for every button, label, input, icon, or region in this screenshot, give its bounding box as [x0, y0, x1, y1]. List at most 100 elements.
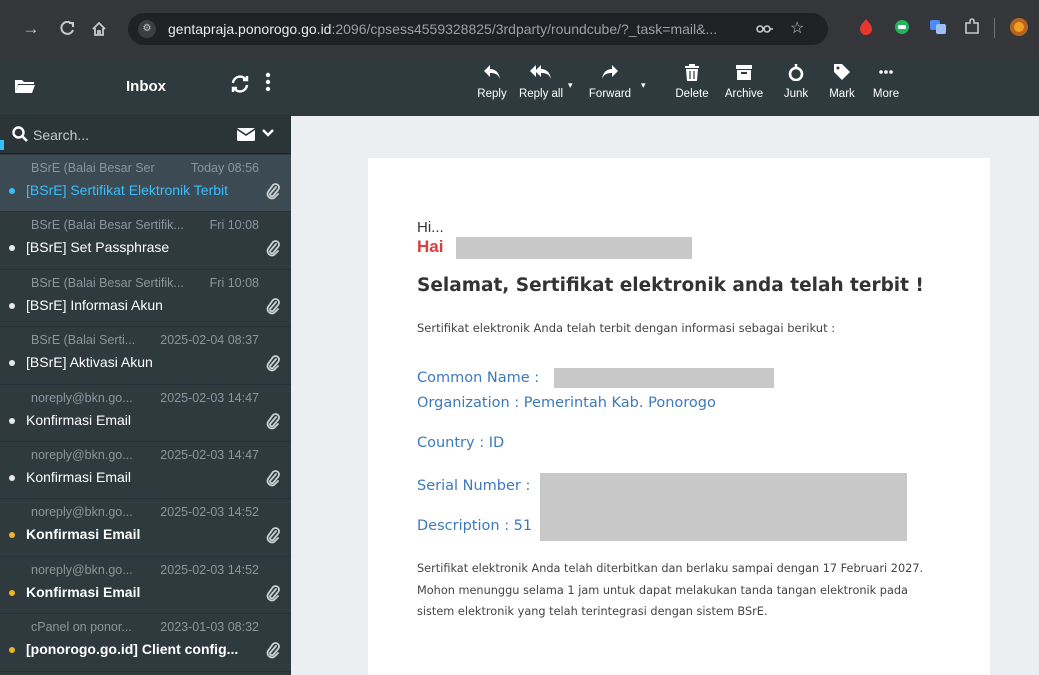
menu-dots-icon[interactable]	[265, 72, 271, 96]
url-path: :2096/cpsess4559328825/3rdparty/roundcub…	[331, 21, 718, 37]
junk-button[interactable]: Junk	[776, 58, 816, 116]
home-icon[interactable]	[86, 16, 112, 42]
delete-button[interactable]: Delete	[668, 58, 716, 116]
status-dot	[9, 532, 15, 539]
search-input[interactable]	[33, 125, 203, 145]
forward-arrow-icon[interactable]: →	[18, 16, 44, 42]
status-dot	[9, 647, 15, 654]
mark-button[interactable]: Mark	[822, 58, 862, 116]
message-list: BSrE (Balai Besar Ser... Today 08:56 [BSrE…	[0, 155, 291, 672]
attachment-paperclip-icon	[266, 527, 280, 544]
tag-icon	[822, 58, 862, 88]
extensions-puzzle-icon[interactable]	[963, 18, 981, 36]
redacted-common-name	[554, 368, 774, 388]
message-row[interactable]: noreply@bkn.go... 2025-02-03 14:52 Konfirm…	[0, 499, 291, 557]
url-host: gentapraja.ponorogo.go.id	[168, 21, 332, 37]
search-icon[interactable]	[12, 126, 28, 142]
attachment-paperclip-icon	[266, 584, 280, 602]
organization-field: Organization : Pemerintah Kab. Ponorogo	[417, 395, 716, 411]
status-dot	[9, 474, 15, 481]
forward-button[interactable]: Forward	[582, 58, 638, 116]
more-button[interactable]: More	[866, 58, 906, 116]
message-date: 2025-02-04 08:37	[160, 333, 259, 348]
archive-icon	[719, 58, 769, 88]
list-header: Inbox	[0, 58, 291, 116]
message-footer-text: Sertifikat elektronik Anda telah diterbi…	[417, 562, 924, 618]
forward-label: Forward	[588, 88, 632, 100]
toolbar-divider	[994, 18, 995, 38]
message-date: Today 08:56	[155, 161, 259, 175]
attachment-paperclip-icon	[266, 183, 280, 200]
message-row[interactable]: BSrE (Balai Besar Ser... Today 08:56 [BSrE…	[0, 155, 291, 213]
forward-icon	[582, 58, 638, 88]
envelope-icon[interactable]	[236, 128, 256, 141]
delete-label: Delete	[675, 88, 709, 100]
more-dots-icon	[866, 58, 906, 88]
message-row[interactable]: noreply@bkn.go... 2025-02-03 14:47 Konfirm…	[0, 442, 291, 500]
chevron-down-icon[interactable]	[262, 125, 274, 141]
common-name-field: Common Name :	[417, 370, 540, 386]
status-dot	[9, 360, 15, 367]
message-row[interactable]: noreply@bkn.go... 2025-02-03 14:52 Konfirm…	[0, 557, 291, 615]
browser-toolbar: → ⚙ gentapraja.ponorogo.go.id:2096/cpses…	[0, 0, 1039, 58]
message-row[interactable]: BSrE (Balai Besar Sertifik... Fri 10:08 [B…	[0, 270, 291, 328]
reply-all-button[interactable]: Reply all	[513, 58, 569, 116]
folder-title: Inbox	[126, 78, 166, 95]
message-date: 2025-02-03 14:47	[160, 447, 259, 462]
selection-accent	[0, 140, 4, 150]
serial-number-field: Serial Number :	[417, 478, 531, 494]
country-field: Country : ID	[417, 435, 505, 451]
message-subject: [BSrE] Set Passphrase	[26, 239, 170, 256]
redacted-name	[456, 237, 692, 259]
attachment-paperclip-icon	[266, 240, 280, 257]
forward-dropdown-caret[interactable]: ▾	[641, 80, 646, 91]
bookmark-star-icon[interactable]: ☆	[790, 19, 804, 39]
message-row[interactable]: noreply@bkn.go... 2025-02-03 14:47 Konfirm…	[0, 385, 291, 442]
message-list-panel: Inbox BSrE (Balai Besar Ser...Today 08:5…	[0, 58, 291, 675]
message-subject: Konfirmasi Email	[26, 468, 132, 485]
more-label: More	[872, 88, 900, 100]
greeting-hi: Hi...	[417, 219, 444, 236]
description-field: Description : 51	[417, 518, 533, 534]
message-row[interactable]: BSrE (Balai Besar Sertifik... Fri 10:08 [B…	[0, 212, 291, 270]
reply-dropdown-caret[interactable]: ▾	[568, 80, 573, 91]
message-date: 2025-02-03 14:52	[160, 505, 259, 520]
trash-icon	[668, 58, 716, 88]
message-date: Fri 10:08	[209, 218, 259, 233]
reply-all-icon	[513, 58, 569, 88]
extension-green-icon[interactable]	[893, 18, 911, 36]
profile-avatar[interactable]	[1010, 18, 1028, 36]
password-key-icon[interactable]	[756, 19, 774, 40]
archive-button[interactable]: Archive	[719, 58, 769, 116]
message-subject: [BSrE] Informasi Akun	[26, 296, 163, 313]
site-info-icon[interactable]: ⚙	[138, 20, 156, 38]
extension-red-icon[interactable]	[857, 18, 875, 36]
attachment-paperclip-icon	[266, 412, 280, 430]
status-dot	[9, 589, 15, 596]
folder-icon[interactable]	[14, 78, 36, 94]
archive-label: Archive	[724, 88, 764, 100]
status-dot	[9, 188, 15, 194]
reply-button[interactable]: Reply	[467, 58, 517, 116]
mail-toolbar: Reply Reply all ▾ Forward ▾ Delete Archi…	[291, 58, 1039, 116]
status-dot	[9, 417, 15, 424]
message-row[interactable]: BSrE (Balai Serti... 2025-02-04 08:37 [BSr…	[0, 327, 291, 385]
refresh-icon[interactable]	[229, 74, 251, 100]
message-body-card: Hi... Hai Selamat, Sertifikat elektronik…	[368, 158, 990, 675]
extension-translate-icon[interactable]	[929, 18, 947, 36]
greeting-hai: Hai	[417, 237, 444, 256]
junk-label: Junk	[783, 88, 809, 100]
status-dot	[9, 302, 15, 309]
address-bar[interactable]: ⚙ gentapraja.ponorogo.go.id:2096/cpsess4…	[128, 13, 828, 45]
message-subject: [BSrE] Aktivasi Akun	[26, 354, 153, 371]
message-subject: [ponorogo.go.id] Client config...	[26, 641, 239, 658]
search-bar	[0, 116, 291, 154]
status-dot	[9, 245, 15, 252]
message-date: 2023-01-03 08:32	[160, 620, 259, 635]
reload-icon[interactable]	[54, 16, 80, 42]
reply-label: Reply	[477, 88, 507, 100]
message-date: 2025-02-03 14:47	[160, 390, 259, 405]
url-text[interactable]: gentapraja.ponorogo.go.id:2096/cpsess455…	[168, 21, 743, 37]
message-row[interactable]: cPanel on ponor... 2023-01-03 08:32 [ponor…	[0, 614, 291, 672]
mark-label: Mark	[829, 88, 855, 100]
